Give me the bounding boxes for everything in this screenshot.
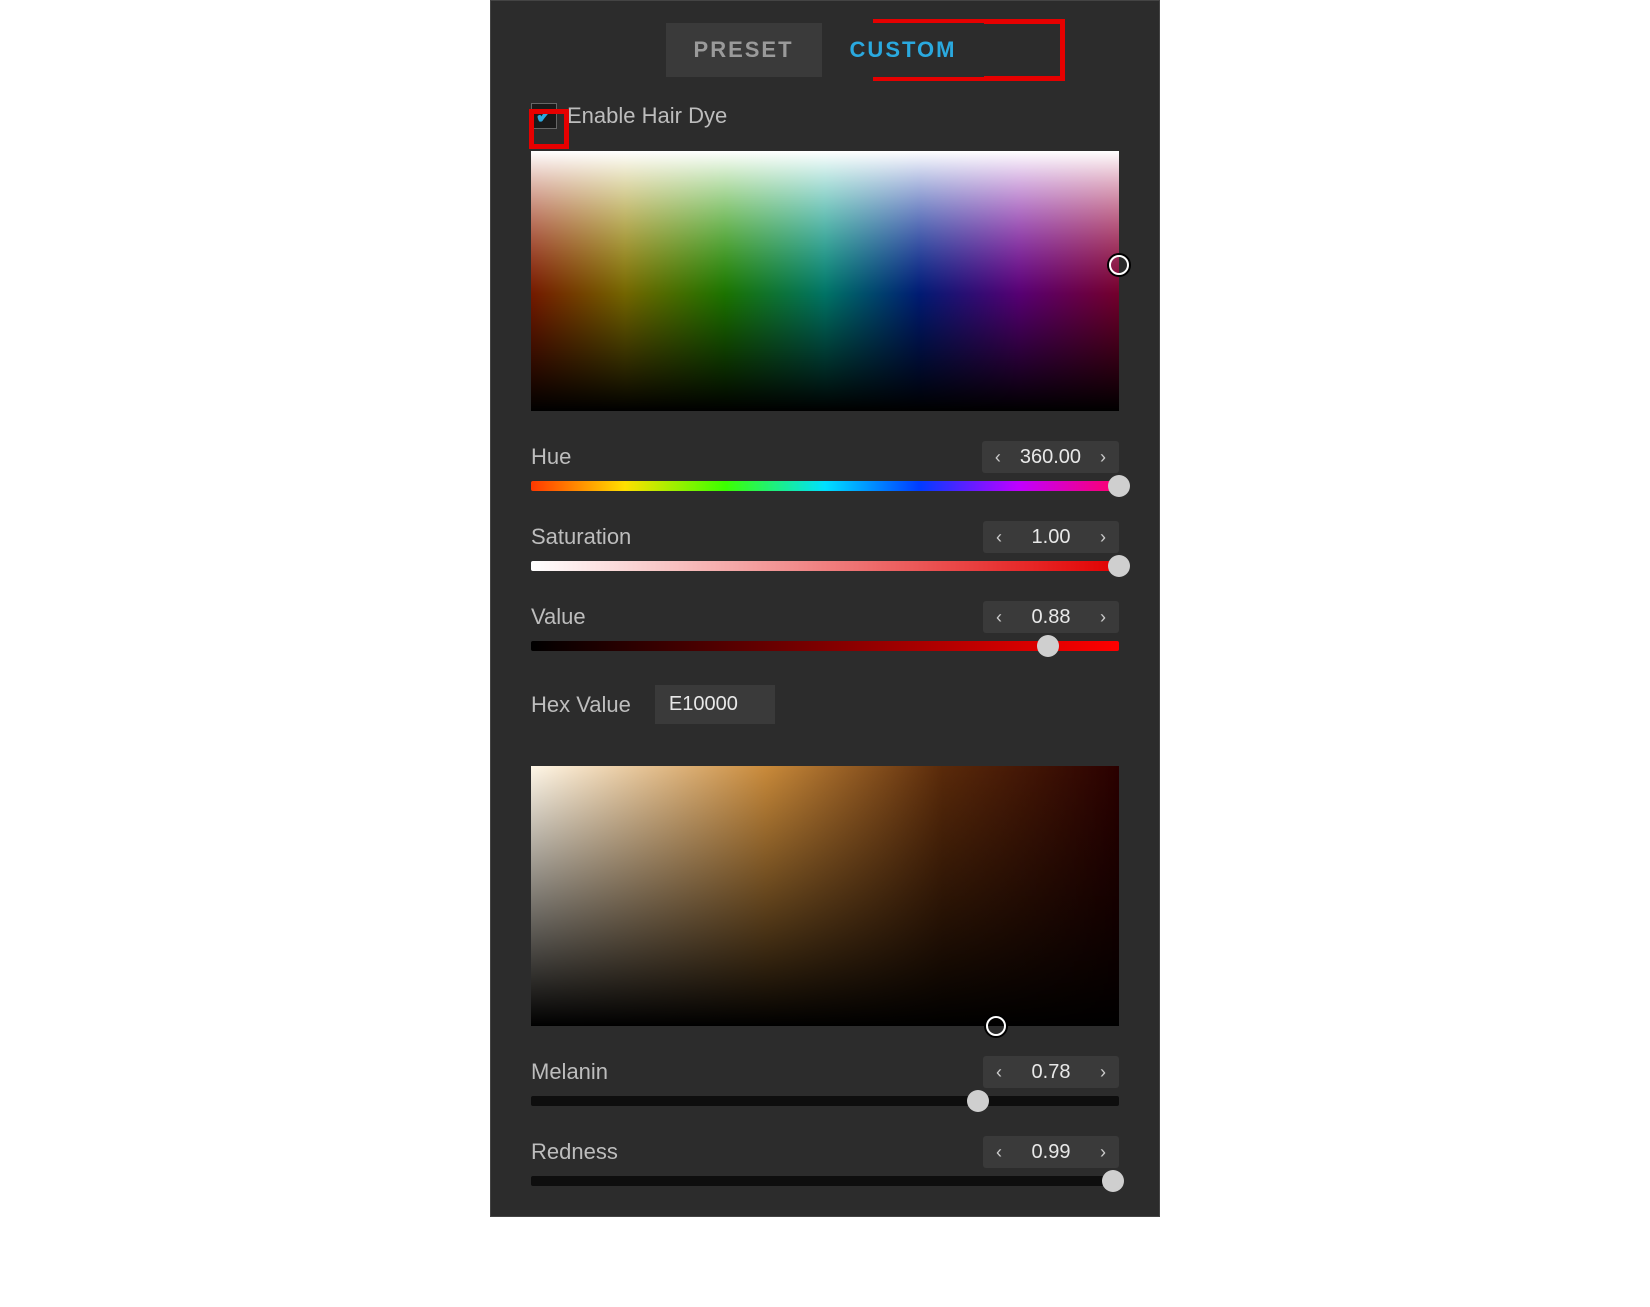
redness-track[interactable] [531,1176,1119,1186]
redness-slider-block: Redness ‹ 0.99 › [531,1136,1119,1186]
color-field-cursor[interactable] [1109,255,1129,275]
redness-decrement[interactable]: ‹ [983,1136,1015,1168]
melanin-increment[interactable]: › [1087,1056,1119,1088]
melanin-label: Melanin [531,1059,608,1085]
melanin-stepper: ‹ 0.78 › [983,1056,1119,1088]
chevron-right-icon: › [1100,1062,1106,1083]
saturation-increment[interactable]: › [1087,521,1119,553]
hue-value[interactable]: 360.00 [1014,442,1087,473]
value-track[interactable] [531,641,1119,651]
chevron-left-icon: ‹ [995,447,1001,468]
value-stepper: ‹ 0.88 › [983,601,1119,633]
melanin-value[interactable]: 0.78 [1015,1057,1087,1088]
saturation-label: Saturation [531,524,631,550]
hex-input[interactable] [655,685,775,724]
value-slider-block: Value ‹ 0.88 › [531,601,1119,651]
value-thumb[interactable] [1037,635,1059,657]
saturation-track[interactable] [531,561,1119,571]
tab-custom[interactable]: CUSTOM [822,23,985,77]
redness-value[interactable]: 0.99 [1015,1137,1087,1168]
value-increment[interactable]: › [1087,601,1119,633]
check-icon: ✔ [536,104,553,129]
value-value[interactable]: 0.88 [1015,602,1087,633]
hue-track[interactable] [531,481,1119,491]
chevron-right-icon: › [1100,527,1106,548]
hue-increment[interactable]: › [1087,441,1119,473]
melanin-thumb[interactable] [967,1090,989,1112]
chevron-left-icon: ‹ [996,1142,1002,1163]
hair-dye-panel: PRESET CUSTOM ✔ Enable Hair Dye Hue ‹ 36… [490,0,1160,1217]
hex-row: Hex Value [531,685,1119,724]
melanin-track[interactable] [531,1096,1119,1106]
enable-hair-dye-row: ✔ Enable Hair Dye [531,103,1119,129]
saturation-value[interactable]: 1.00 [1015,522,1087,553]
value-decrement[interactable]: ‹ [983,601,1015,633]
enable-hair-dye-checkbox[interactable]: ✔ [531,103,557,129]
hue-thumb[interactable] [1108,475,1130,497]
hue-sat-color-field[interactable] [531,151,1119,411]
redness-thumb[interactable] [1102,1170,1124,1192]
hue-slider-block: Hue ‹ 360.00 › [531,441,1119,491]
hue-decrement[interactable]: ‹ [982,441,1014,473]
skin-field-cursor[interactable] [986,1016,1006,1036]
value-label: Value [531,604,586,630]
saturation-slider-block: Saturation ‹ 1.00 › [531,521,1119,571]
skin-color-field[interactable] [531,766,1119,1026]
tab-bar: PRESET CUSTOM [491,1,1159,95]
hue-stepper: ‹ 360.00 › [982,441,1119,473]
redness-increment[interactable]: › [1087,1136,1119,1168]
chevron-left-icon: ‹ [996,1062,1002,1083]
melanin-slider-block: Melanin ‹ 0.78 › [531,1056,1119,1106]
chevron-right-icon: › [1100,1142,1106,1163]
redness-stepper: ‹ 0.99 › [983,1136,1119,1168]
tab-preset[interactable]: PRESET [666,23,822,77]
melanin-decrement[interactable]: ‹ [983,1056,1015,1088]
chevron-right-icon: › [1100,447,1106,468]
saturation-stepper: ‹ 1.00 › [983,521,1119,553]
chevron-right-icon: › [1100,607,1106,628]
chevron-left-icon: ‹ [996,527,1002,548]
hex-label: Hex Value [531,692,631,718]
enable-hair-dye-label: Enable Hair Dye [567,103,727,129]
saturation-thumb[interactable] [1108,555,1130,577]
saturation-decrement[interactable]: ‹ [983,521,1015,553]
hue-label: Hue [531,444,571,470]
chevron-left-icon: ‹ [996,607,1002,628]
redness-label: Redness [531,1139,618,1165]
